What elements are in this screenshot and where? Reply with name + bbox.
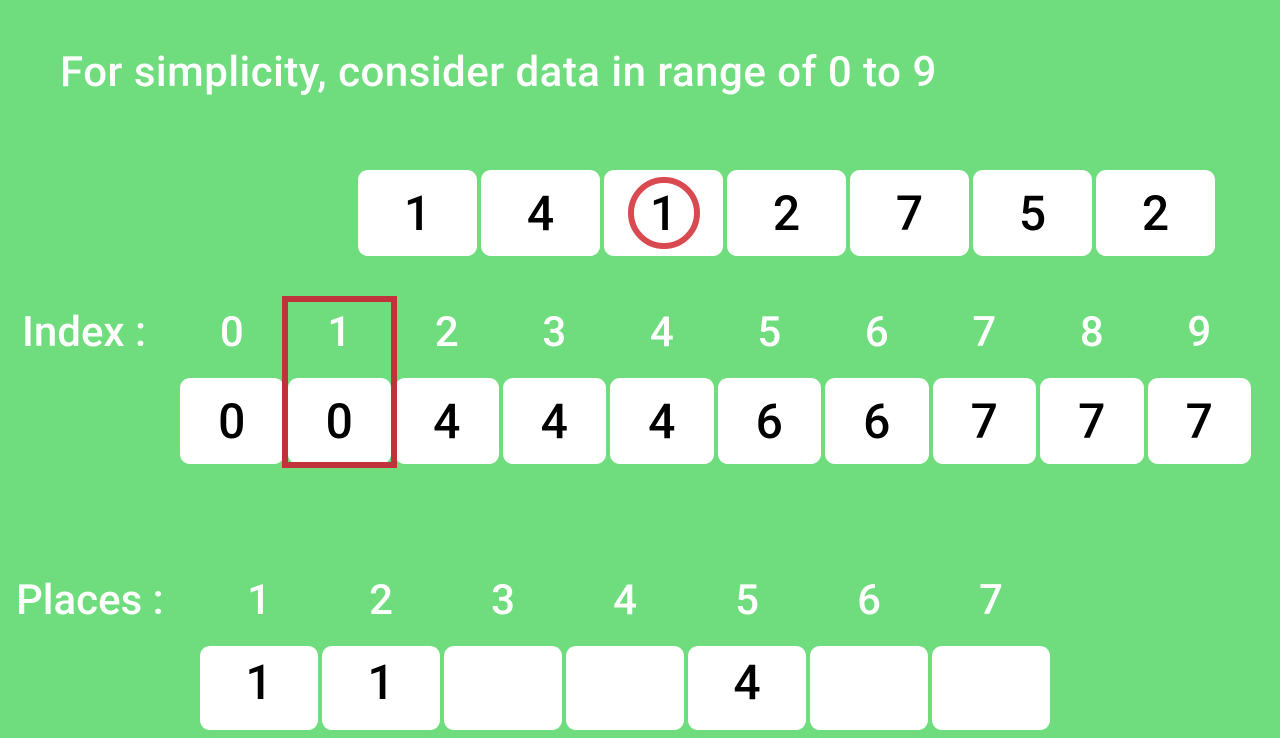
count-cell: 7 bbox=[933, 378, 1037, 464]
places-index-number: 5 bbox=[688, 576, 806, 625]
count-cell: 4 bbox=[395, 378, 499, 464]
index-number: 5 bbox=[718, 308, 822, 357]
places-cell bbox=[932, 646, 1050, 730]
index-number: 1 bbox=[288, 308, 392, 357]
places-index-number: 4 bbox=[566, 576, 684, 625]
index-label: Index : bbox=[22, 308, 146, 357]
input-value: 5 bbox=[1019, 185, 1046, 242]
count-cell: 0 bbox=[180, 378, 284, 464]
index-number: 4 bbox=[610, 308, 714, 357]
input-value: 1 bbox=[404, 185, 431, 242]
places-index-number: 3 bbox=[444, 576, 562, 625]
index-labels-row: 0123456789 bbox=[180, 308, 1251, 357]
places-cell: 1 bbox=[322, 646, 440, 730]
places-cell: 4 bbox=[688, 646, 806, 730]
input-cell: 7 bbox=[850, 170, 969, 256]
input-cell: 1 bbox=[358, 170, 477, 256]
index-number: 3 bbox=[503, 308, 607, 357]
places-index-number: 2 bbox=[322, 576, 440, 625]
places-index-number: 6 bbox=[810, 576, 928, 625]
index-number: 2 bbox=[395, 308, 499, 357]
input-value: 2 bbox=[1142, 185, 1169, 242]
places-label: Places : bbox=[16, 576, 164, 625]
places-cell bbox=[444, 646, 562, 730]
count-cell: 0 bbox=[288, 378, 392, 464]
places-array-row: 11 4 bbox=[200, 646, 1050, 730]
places-index-number: 1 bbox=[200, 576, 318, 625]
count-cell: 4 bbox=[610, 378, 714, 464]
count-cell: 4 bbox=[503, 378, 607, 464]
input-cell: 5 bbox=[973, 170, 1092, 256]
count-cell: 7 bbox=[1040, 378, 1144, 464]
index-number: 9 bbox=[1148, 308, 1252, 357]
page-title: For simplicity, consider data in range o… bbox=[60, 48, 937, 97]
input-cell: 2 bbox=[727, 170, 846, 256]
index-number: 0 bbox=[180, 308, 284, 357]
places-cell bbox=[810, 646, 928, 730]
count-cell: 7 bbox=[1148, 378, 1252, 464]
index-number: 7 bbox=[933, 308, 1037, 357]
input-value: 7 bbox=[896, 185, 923, 242]
places-cell: 1 bbox=[200, 646, 318, 730]
count-cell: 6 bbox=[825, 378, 929, 464]
index-number: 8 bbox=[1040, 308, 1144, 357]
input-value: 4 bbox=[527, 185, 554, 242]
diagram-page: For simplicity, consider data in range o… bbox=[0, 0, 1280, 738]
input-cell: 2 bbox=[1096, 170, 1215, 256]
index-number: 6 bbox=[825, 308, 929, 357]
places-index-number: 7 bbox=[932, 576, 1050, 625]
input-cell: 4 bbox=[481, 170, 600, 256]
places-cell bbox=[566, 646, 684, 730]
input-cell: 1 bbox=[604, 170, 723, 256]
input-array-row: 1 4 1 2 7 5 2 bbox=[358, 170, 1215, 256]
count-array-row: 0044466777 bbox=[180, 378, 1251, 464]
input-value: 1 bbox=[628, 177, 700, 249]
places-index-row: 1234567 bbox=[200, 576, 1050, 625]
input-value: 2 bbox=[773, 185, 800, 242]
count-cell: 6 bbox=[718, 378, 822, 464]
